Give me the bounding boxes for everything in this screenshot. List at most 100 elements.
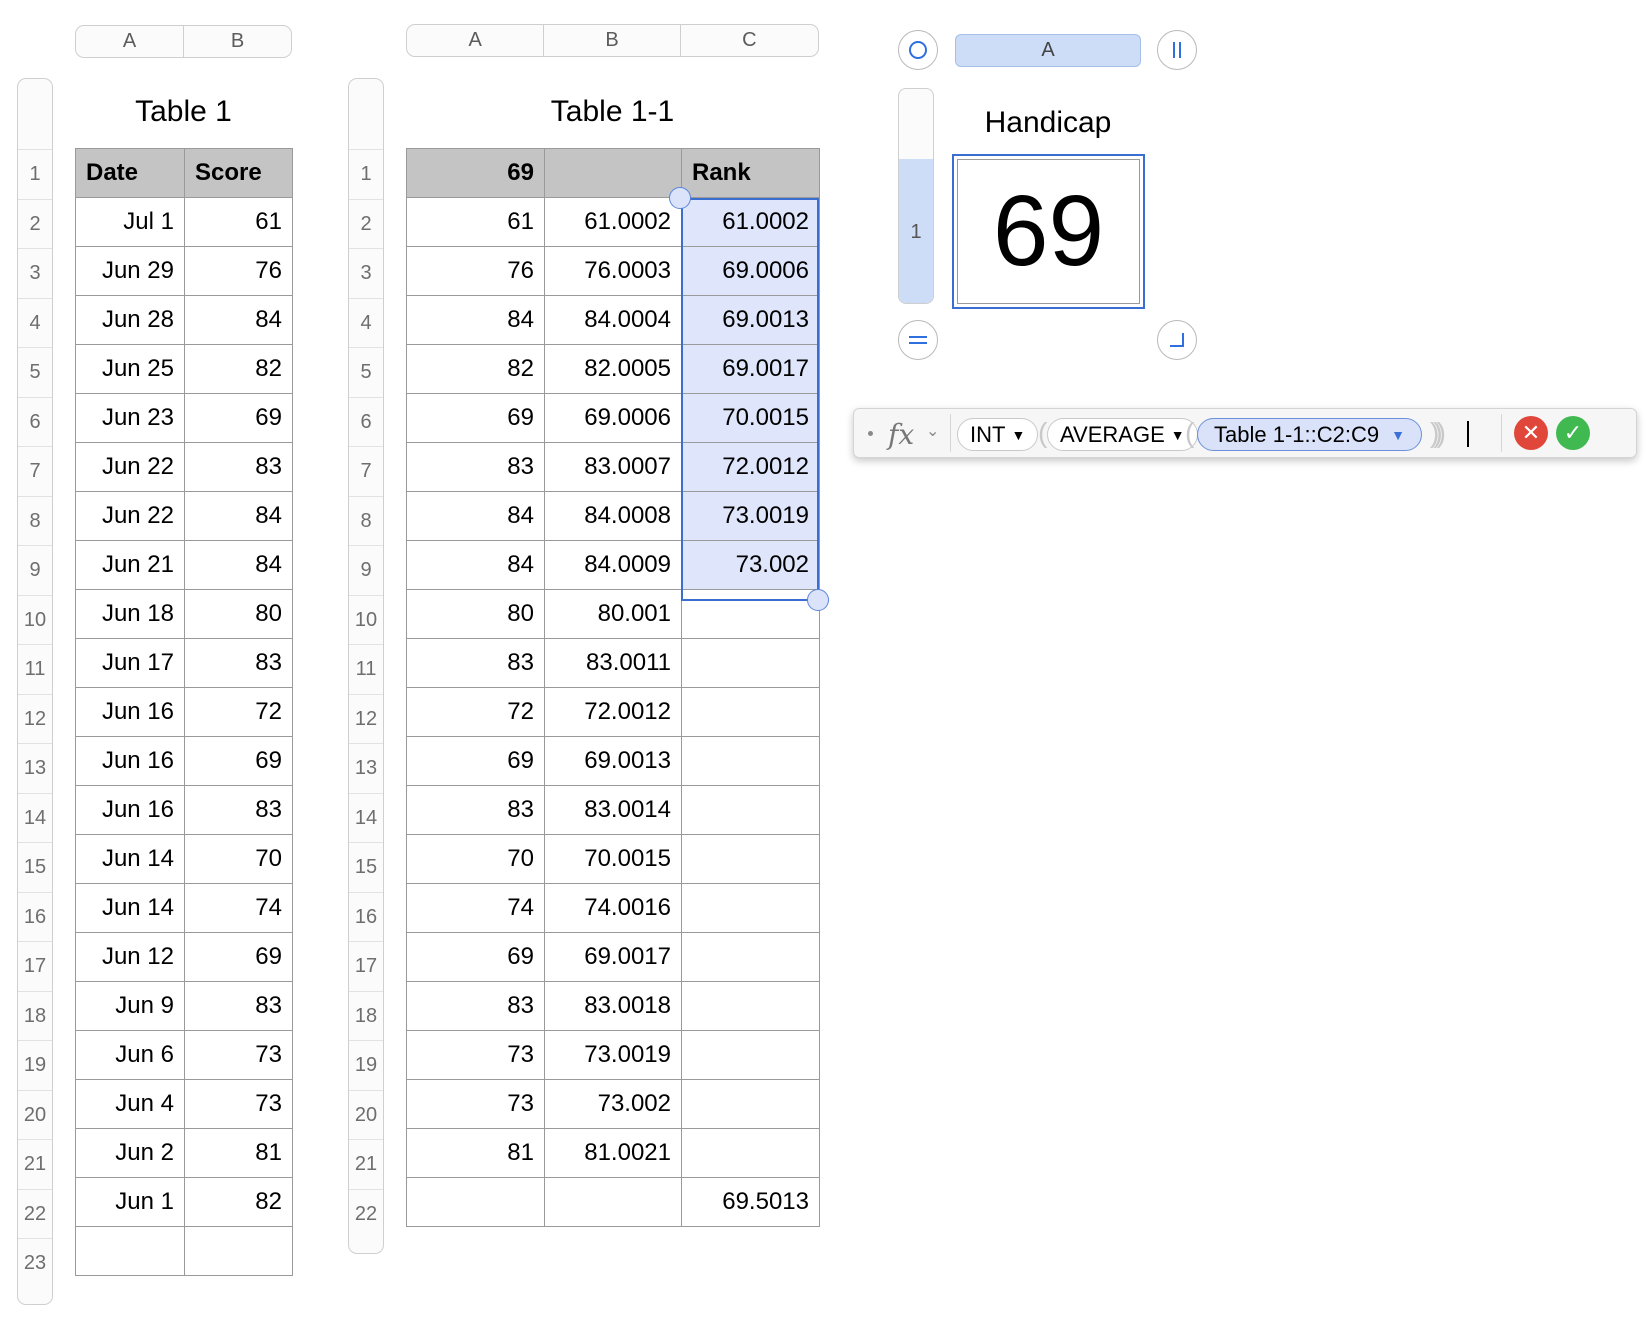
row-header-17[interactable]: 17 xyxy=(349,941,383,991)
table-cell[interactable]: 73.002 xyxy=(681,540,820,590)
row-header-20[interactable]: 20 xyxy=(349,1089,383,1140)
table-cell[interactable]: 83.0014 xyxy=(544,785,682,835)
table-cell[interactable]: 84.0009 xyxy=(544,540,682,590)
table-cell[interactable]: Jun 29 xyxy=(75,246,185,296)
table-cell[interactable]: 61.0002 xyxy=(681,197,820,247)
table-cell[interactable]: 73 xyxy=(406,1079,545,1129)
table-cell[interactable]: 82 xyxy=(184,1177,293,1227)
table-cell[interactable]: 82 xyxy=(406,344,545,394)
header-score[interactable]: Score xyxy=(184,148,293,198)
table-cell[interactable]: 81.0021 xyxy=(544,1128,682,1178)
table-cell[interactable]: 83 xyxy=(184,442,293,492)
row-header-15[interactable]: 15 xyxy=(18,842,52,892)
table-cell[interactable]: 83 xyxy=(406,638,545,688)
column-header-a[interactable]: A xyxy=(407,25,545,56)
table-cell[interactable]: 61 xyxy=(184,197,293,247)
table-cell[interactable]: 83 xyxy=(184,785,293,835)
row-header-4[interactable]: 4 xyxy=(349,297,383,348)
table-cell[interactable]: Jun 12 xyxy=(75,932,185,982)
table-cell[interactable]: Jun 6 xyxy=(75,1030,185,1080)
row-header-11[interactable]: 11 xyxy=(349,644,383,694)
row-header-15[interactable]: 15 xyxy=(349,842,383,892)
table-cell[interactable]: 84.0004 xyxy=(544,295,682,345)
table-cell[interactable]: 73.0019 xyxy=(681,491,820,541)
table-cell[interactable] xyxy=(681,1079,820,1129)
row-header-7[interactable]: 7 xyxy=(349,446,383,496)
cancel-button[interactable]: ✕ xyxy=(1514,416,1548,450)
table-cell[interactable]: Jun 16 xyxy=(75,687,185,737)
table-cell[interactable]: 80.001 xyxy=(544,589,682,639)
add-column-button[interactable] xyxy=(1157,30,1197,70)
table-cell[interactable]: 70 xyxy=(406,834,545,884)
table-cell[interactable]: 69 xyxy=(184,393,293,443)
row-header-13[interactable]: 13 xyxy=(349,743,383,793)
row-header-5[interactable]: 5 xyxy=(349,347,383,397)
resize-table-button[interactable] xyxy=(1157,320,1197,360)
row-header-16[interactable]: 16 xyxy=(18,891,52,942)
row-header-21[interactable]: 21 xyxy=(349,1139,383,1189)
row-header-4[interactable]: 4 xyxy=(18,297,52,348)
handicap-row-header[interactable]: 1 xyxy=(899,159,933,303)
table-cell[interactable]: 83 xyxy=(406,442,545,492)
table-cell[interactable]: 70.0015 xyxy=(544,834,682,884)
table-cell[interactable]: Jun 22 xyxy=(75,442,185,492)
formula-bar[interactable]: fx ⌄ INT ▼ ( AVERAGE ▼ ( Table 1-1::C2:C… xyxy=(853,408,1637,458)
table-cell[interactable]: 69 xyxy=(184,932,293,982)
table-cell[interactable] xyxy=(184,1226,293,1276)
table-cell[interactable] xyxy=(681,736,820,786)
table-cell[interactable] xyxy=(681,883,820,933)
table-cell[interactable]: 72.0012 xyxy=(544,687,682,737)
table-cell[interactable] xyxy=(681,1030,820,1080)
table-cell[interactable] xyxy=(406,1177,545,1227)
table-cell[interactable]: 76 xyxy=(184,246,293,296)
table-cell[interactable]: 83.0007 xyxy=(544,442,682,492)
table-cell[interactable]: 69 xyxy=(406,393,545,443)
table-cell[interactable]: 69.0017 xyxy=(544,932,682,982)
table-cell[interactable]: 82.0005 xyxy=(544,344,682,394)
row-header-11[interactable]: 11 xyxy=(18,644,52,694)
table-cell[interactable]: 83.0018 xyxy=(544,981,682,1031)
handicap-cell[interactable]: 69 xyxy=(952,154,1145,309)
table-cell[interactable]: 69 xyxy=(184,736,293,786)
row-header-1[interactable]: 1 xyxy=(18,149,52,199)
table-cell[interactable]: 84 xyxy=(406,491,545,541)
header-b-empty[interactable] xyxy=(544,148,682,198)
table-cell[interactable]: Jun 28 xyxy=(75,295,185,345)
table-cell[interactable]: 74.0016 xyxy=(544,883,682,933)
column-header-a[interactable]: A xyxy=(76,26,184,57)
table-cell[interactable]: 83.0011 xyxy=(544,638,682,688)
table-cell[interactable]: 83 xyxy=(406,785,545,835)
row-header-1[interactable]: 1 xyxy=(349,149,383,199)
row-header-8[interactable]: 8 xyxy=(18,495,52,546)
table-cell[interactable]: Jun 21 xyxy=(75,540,185,590)
select-table-button[interactable] xyxy=(898,30,938,70)
row-header-9[interactable]: 9 xyxy=(18,545,52,595)
row-header-23[interactable]: 23 xyxy=(18,1238,52,1288)
table-cell[interactable]: 72 xyxy=(406,687,545,737)
table-cell[interactable] xyxy=(544,1177,682,1227)
table-cell[interactable]: 73 xyxy=(406,1030,545,1080)
column-header-c[interactable]: C xyxy=(681,25,818,56)
table-cell[interactable]: 69.0006 xyxy=(681,246,820,296)
table-cell[interactable]: 72 xyxy=(184,687,293,737)
row-header-7[interactable]: 7 xyxy=(18,446,52,496)
row-header-14[interactable]: 14 xyxy=(349,792,383,843)
table-cell[interactable] xyxy=(681,589,820,639)
column-header-b[interactable]: B xyxy=(184,26,291,57)
header-date[interactable]: Date xyxy=(75,148,185,198)
table-cell[interactable]: Jun 22 xyxy=(75,491,185,541)
table-cell[interactable]: 69 xyxy=(406,736,545,786)
row-header-13[interactable]: 13 xyxy=(18,743,52,793)
header-a-value[interactable]: 69 xyxy=(406,148,545,198)
table-cell[interactable]: 69.0017 xyxy=(681,344,820,394)
table-cell[interactable]: 61 xyxy=(406,197,545,247)
table-cell[interactable]: Jun 25 xyxy=(75,344,185,394)
row-header-6[interactable]: 6 xyxy=(349,396,383,447)
table-cell[interactable]: 84 xyxy=(406,295,545,345)
table-cell[interactable] xyxy=(681,932,820,982)
table-cell[interactable]: 70 xyxy=(184,834,293,884)
table-cell[interactable] xyxy=(681,638,820,688)
table-cell[interactable]: 76.0003 xyxy=(544,246,682,296)
table-cell[interactable]: 81 xyxy=(406,1128,545,1178)
table-cell[interactable]: 69.0013 xyxy=(544,736,682,786)
